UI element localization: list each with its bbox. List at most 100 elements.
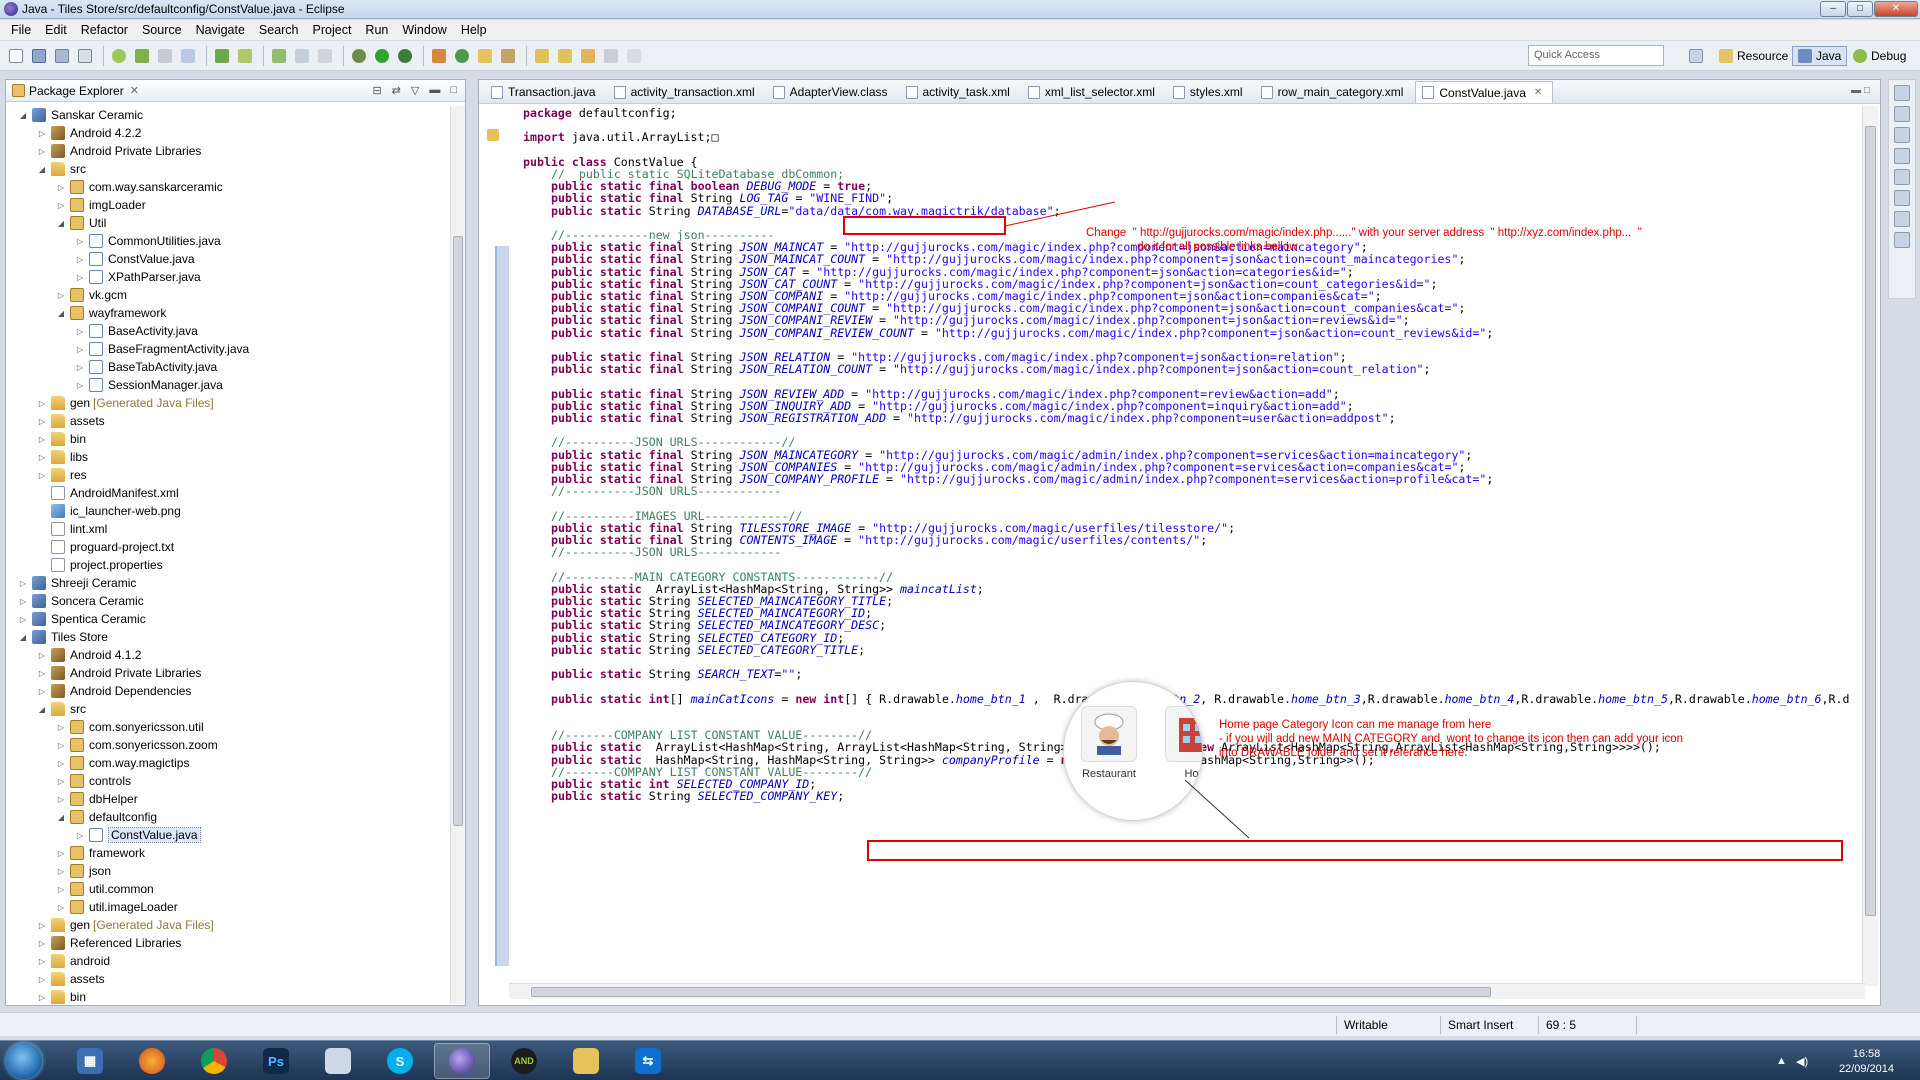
print-icon[interactable] — [75, 46, 95, 66]
new-package-icon[interactable] — [429, 46, 449, 66]
expand-right-icon[interactable]: ▷ — [56, 885, 66, 894]
tree-item[interactable]: ▷ ConstValue.java — [75, 250, 195, 268]
tree-item[interactable]: ▷ Android 4.2.2 — [37, 124, 141, 142]
tree-item[interactable]: ▷ bin — [37, 988, 86, 1004]
new-android-project-icon[interactable] — [178, 46, 198, 66]
expand-right-icon[interactable]: ▷ — [37, 435, 47, 444]
expand-right-icon[interactable]: ▷ — [37, 129, 47, 138]
forward-icon[interactable] — [601, 46, 621, 66]
warning-marker-icon[interactable] — [487, 129, 499, 141]
menu-refactor[interactable]: Refactor — [74, 23, 135, 37]
volume-icon[interactable]: ◀) — [1796, 1055, 1808, 1068]
annotation-prev-icon[interactable] — [555, 46, 575, 66]
new-class-icon[interactable] — [452, 46, 472, 66]
expand-down-icon[interactable]: ◢ — [37, 705, 47, 714]
expand-right-icon[interactable]: ▷ — [18, 579, 28, 588]
expand-right-icon[interactable]: ▷ — [56, 849, 66, 858]
expand-right-icon[interactable]: ▷ — [56, 291, 66, 300]
expand-right-icon[interactable]: ▷ — [75, 345, 85, 354]
problems-icon[interactable] — [1894, 127, 1910, 143]
link-editor-icon[interactable]: ⇄ — [392, 84, 401, 97]
expand-right-icon[interactable]: ▷ — [37, 975, 47, 984]
taskbar-eclipse[interactable] — [434, 1043, 490, 1079]
tree-item[interactable]: ▷ imgLoader — [56, 196, 146, 214]
expand-down-icon[interactable]: ◢ — [18, 111, 28, 120]
editor-view-controls[interactable]: ▬ □ — [1851, 85, 1870, 96]
expand-right-icon[interactable]: ▷ — [56, 201, 66, 210]
expand-right-icon[interactable]: ▷ — [37, 417, 47, 426]
run-icon[interactable] — [372, 46, 392, 66]
tree-item[interactable]: ▷ SessionManager.java — [75, 376, 223, 394]
tree-item[interactable]: ▷ gen [Generated Java Files] — [37, 394, 214, 412]
tree-item[interactable]: ▷ Shreeji Ceramic — [18, 574, 136, 592]
menu-project[interactable]: Project — [306, 23, 359, 37]
tree-item[interactable]: ◢ src — [37, 160, 86, 178]
expand-right-icon[interactable]: ▷ — [37, 957, 47, 966]
expand-right-icon[interactable]: ▷ — [56, 903, 66, 912]
scrollbar-thumb[interactable] — [453, 236, 463, 826]
task-list-icon[interactable] — [1894, 106, 1910, 122]
tree-item[interactable]: ▷ BaseActivity.java — [75, 322, 198, 340]
expand-right-icon[interactable]: ▷ — [37, 669, 47, 678]
tree-item[interactable]: ▷ com.way.sanskarceramic — [56, 178, 223, 196]
tree-item[interactable]: ▷ util.imageLoader — [56, 898, 178, 916]
tree-item[interactable]: ▷ bin — [37, 430, 86, 448]
tree-item[interactable]: ▷ Android Private Libraries — [37, 664, 201, 682]
tree-item[interactable]: ▷ com.way.magictips — [56, 754, 189, 772]
build-icon[interactable] — [235, 46, 255, 66]
search-icon[interactable] — [498, 46, 518, 66]
editor-tab[interactable]: xml_list_selector.xml — [1022, 81, 1165, 103]
avd-manager-icon[interactable] — [132, 46, 152, 66]
menu-search[interactable]: Search — [252, 23, 306, 37]
taskbar-teamviewer[interactable]: ⇆ — [620, 1043, 676, 1079]
expand-right-icon[interactable]: ▷ — [56, 777, 66, 786]
expand-right-icon[interactable]: ▷ — [75, 255, 85, 264]
tree-item[interactable]: ◢ Tiles Store — [18, 628, 108, 646]
tree-item[interactable]: ▷ assets — [37, 412, 105, 430]
pin-editor-icon[interactable] — [624, 46, 644, 66]
expand-right-icon[interactable]: ▷ — [56, 795, 66, 804]
tree-item[interactable]: ▷ gen [Generated Java Files] — [37, 916, 214, 934]
checkbox-icon[interactable] — [269, 46, 289, 66]
minimize-view-icon[interactable]: ▬ — [429, 84, 440, 97]
tree-item[interactable]: ◢ defaultconfig — [56, 808, 157, 826]
perspective-java[interactable]: Java — [1792, 46, 1848, 66]
outline-icon[interactable] — [1894, 85, 1910, 101]
maximize-view-icon[interactable]: □ — [450, 84, 457, 97]
close-tab-icon[interactable]: ✕ — [1534, 87, 1542, 98]
taskbar-skype[interactable]: S — [372, 1043, 428, 1079]
tree-item[interactable]: ◢ Sanskar Ceramic — [18, 106, 143, 124]
tree-item[interactable]: ▷ com.sonyericsson.util — [56, 718, 204, 736]
editor-tab[interactable]: AdapterView.class — [767, 81, 898, 103]
task-icon[interactable] — [292, 46, 312, 66]
expand-right-icon[interactable]: ▷ — [18, 615, 28, 624]
collapse-all-icon[interactable]: ⊟ — [372, 84, 381, 97]
expand-right-icon[interactable]: ▷ — [37, 453, 47, 462]
expand-right-icon[interactable]: ▷ — [37, 921, 47, 930]
tree-item[interactable]: ◢ wayframework — [56, 304, 166, 322]
expand-down-icon[interactable]: ◢ — [56, 309, 66, 318]
tree-item[interactable]: ▷ BaseFragmentActivity.java — [75, 340, 249, 358]
editor-tab[interactable]: activity_task.xml — [900, 81, 1020, 103]
expand-down-icon[interactable]: ◢ — [18, 633, 28, 642]
tree-item[interactable]: ▷ Android Private Libraries — [37, 142, 201, 160]
menu-navigate[interactable]: Navigate — [189, 23, 252, 37]
declaration-icon[interactable] — [1894, 169, 1910, 185]
taskbar-firefox[interactable] — [124, 1043, 180, 1079]
debug-icon[interactable] — [349, 46, 369, 66]
clock[interactable]: 16:58 22/09/2014 — [1839, 1047, 1894, 1077]
expand-right-icon[interactable]: ▷ — [56, 759, 66, 768]
tree-item[interactable]: ▷ json — [56, 862, 111, 880]
tree-item[interactable]: ▷ vk.gcm — [56, 286, 127, 304]
menu-file[interactable]: File — [4, 23, 38, 37]
expand-right-icon[interactable]: ▷ — [18, 597, 28, 606]
tree-item[interactable]: ▷ Spentica Ceramic — [18, 610, 146, 628]
expand-right-icon[interactable]: ▷ — [56, 723, 66, 732]
console-icon[interactable] — [1894, 190, 1910, 206]
editor-tab[interactable]: row_main_category.xml — [1255, 81, 1414, 103]
expand-right-icon[interactable]: ▷ — [37, 399, 47, 408]
tree-item[interactable]: ▷ XPathParser.java — [75, 268, 201, 286]
tree-item[interactable]: ▷ controls — [56, 772, 131, 790]
expand-right-icon[interactable]: ▷ — [75, 273, 85, 282]
tree-item[interactable]: ▷ libs — [37, 448, 88, 466]
